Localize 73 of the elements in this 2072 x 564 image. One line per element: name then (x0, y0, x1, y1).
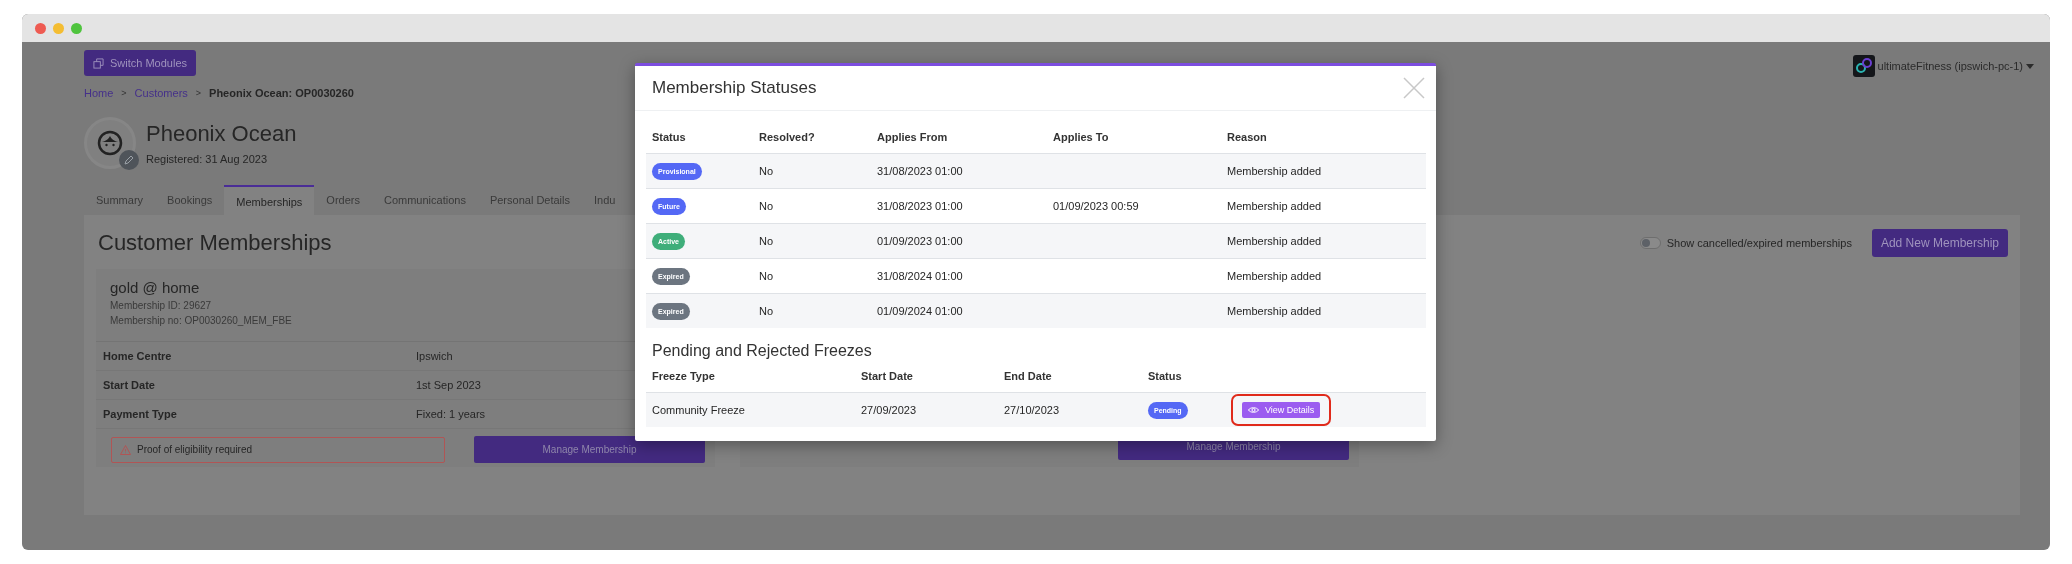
table-cell-text: 27/09/2023 (860, 404, 918, 416)
manage-membership-button[interactable]: Manage Membership (474, 436, 705, 463)
table-cell-text: No (758, 200, 775, 212)
table-cell-text: Community Freeze (651, 404, 746, 416)
tab[interactable]: Personal Details (477, 185, 582, 215)
add-membership-button[interactable]: Add New Membership (1871, 229, 2008, 257)
tab[interactable]: Orders (314, 185, 372, 215)
pencil-icon (124, 155, 134, 165)
column-header: Status (1147, 370, 1183, 382)
membership-number: Membership no: OP0030260_MEM_FBE (110, 315, 293, 326)
breadcrumb-current: Pheonix Ocean: OP0030260 (209, 87, 354, 99)
close-dot-icon[interactable] (35, 22, 46, 34)
customer-name: Pheonix Ocean (146, 121, 297, 147)
copy-icon (93, 57, 104, 69)
minimize-dot-icon[interactable] (53, 22, 64, 34)
maximize-dot-icon[interactable] (71, 22, 82, 34)
table-cell-text: Membership added (1226, 235, 1323, 247)
warning-icon (120, 444, 131, 455)
table-cell-text: Membership added (1226, 270, 1323, 282)
column-header: Start Date (860, 370, 914, 382)
registered-date: Registered: 31 Aug 2023 (146, 153, 269, 165)
show-expired-toggle[interactable]: Show cancelled/expired memberships (1639, 237, 1852, 249)
modal-title: Membership Statuses (652, 78, 817, 98)
breadcrumb-link[interactable]: Home (84, 87, 114, 99)
account-menu[interactable]: ultimateFitness (ipswich-pc-1) (1852, 55, 2034, 77)
membership-id: Membership ID: 29627 (110, 300, 213, 311)
detail-value: 1st Sep 2023 (416, 379, 481, 391)
column-header: Freeze Type (651, 370, 716, 382)
plan-name: gold @ home (110, 279, 201, 296)
tab[interactable]: Communications (372, 185, 478, 215)
table-cell-text: 01/09/2023 01:00 (876, 235, 964, 247)
table-cell-text: Membership added (1226, 200, 1323, 212)
detail-label: Start Date (102, 379, 156, 391)
breadcrumb-link[interactable]: Customers (134, 87, 188, 99)
table-cell-text: No (758, 235, 775, 247)
detail-value: Fixed: 1 years (416, 408, 486, 420)
column-header: Reason (1226, 131, 1268, 143)
breadcrumb-separator: > (195, 88, 202, 98)
warning-text: Proof of eligibility required (137, 444, 253, 455)
tab[interactable]: Summary (84, 185, 156, 215)
table-cell-text: No (758, 165, 775, 177)
column-header: Applies To (1052, 131, 1110, 143)
logo-icon (1852, 55, 1875, 77)
edit-button[interactable] (119, 150, 139, 170)
table-cell-text: 27/10/2023 (1003, 404, 1061, 416)
column-header: Status (651, 131, 687, 143)
caret-icon (2026, 63, 2034, 69)
table-cell-text: 01/09/2023 00:59 (1052, 200, 1140, 212)
column-header: Applies From (876, 131, 949, 143)
section-title: Customer Memberships (97, 230, 332, 256)
person-icon (97, 130, 123, 156)
column-header: End Date (1003, 370, 1053, 382)
close-button[interactable] (1402, 76, 1426, 100)
table-cell-text: No (758, 270, 775, 282)
table-cell-text: 31/08/2024 01:00 (876, 270, 964, 282)
table-cell-text: 31/08/2023 01:00 (876, 200, 964, 212)
breadcrumb-separator: > (121, 88, 127, 98)
table-cell-text: Membership added (1226, 165, 1323, 177)
tab[interactable]: Indu (582, 185, 628, 215)
table-cell-text: No (758, 305, 775, 317)
eye-icon (1248, 406, 1259, 414)
column-header: Resolved? (758, 131, 816, 143)
table-cell-text: 31/08/2023 01:00 (876, 165, 964, 177)
table-cell-text: 01/09/2024 01:00 (876, 305, 964, 317)
detail-label: Home Centre (102, 350, 173, 362)
tab[interactable]: Bookings (155, 185, 225, 215)
freezes-title: Pending and Rejected Freezes (651, 342, 873, 360)
tab[interactable]: Memberships (224, 185, 315, 215)
detail-value: Ipswich (416, 350, 453, 362)
view-details-button[interactable]: View Details (1242, 402, 1321, 418)
switch-modules-button[interactable]: Switch Modules (84, 50, 197, 76)
detail-label: Payment Type (102, 408, 178, 420)
table-cell-text: Membership added (1226, 305, 1323, 317)
